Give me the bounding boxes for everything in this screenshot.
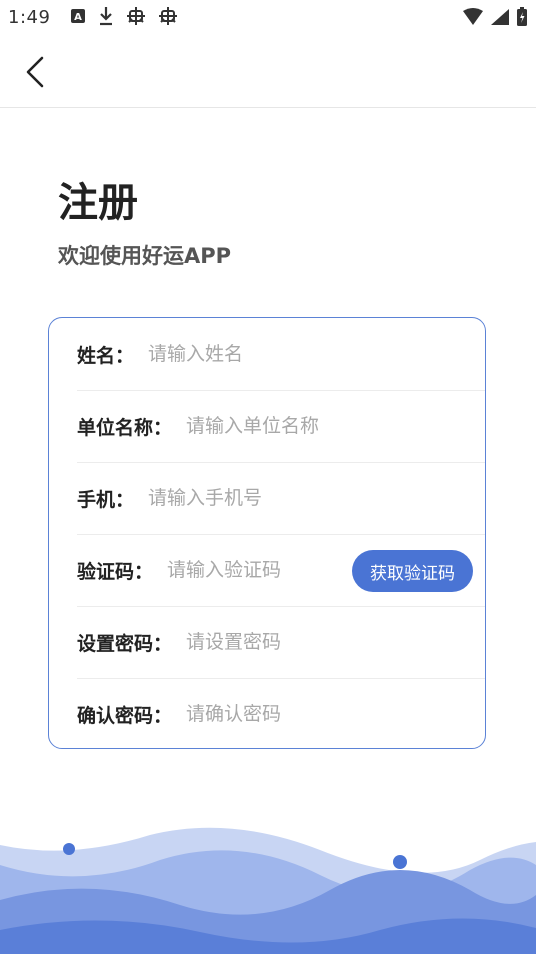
status-icons-left: A (70, 6, 178, 26)
company-row: 单位名称： (77, 390, 485, 463)
signal-icon (491, 9, 509, 25)
confirm-password-row: 确认密码： (77, 678, 485, 750)
set-password-input[interactable] (184, 630, 485, 654)
download-icon (100, 7, 112, 26)
name-row: 姓名： (77, 318, 485, 391)
company-input[interactable] (184, 414, 485, 438)
name-input[interactable] (146, 342, 485, 366)
notification-a-icon: A (71, 9, 85, 23)
confirm-password-label: 确认密码： (77, 704, 173, 727)
phone-row: 手机： (77, 462, 485, 535)
status-time: 1:49 (8, 7, 51, 28)
wifi-icon (463, 8, 483, 25)
verification-code-input[interactable] (165, 558, 340, 582)
get-code-button[interactable]: 获取验证码 (352, 550, 473, 592)
page-title: 注册 (58, 180, 138, 226)
set-password-label: 设置密码： (77, 632, 173, 655)
svg-text:A: A (74, 12, 82, 23)
wave-dot-right (393, 855, 407, 869)
decorative-waves (0, 827, 536, 954)
set-password-row: 设置密码： (77, 606, 485, 679)
phone-label: 手机： (77, 488, 135, 511)
bug-icon (159, 7, 177, 25)
status-icons-right (462, 7, 528, 27)
company-label: 单位名称： (77, 416, 173, 439)
back-button[interactable] (20, 52, 56, 92)
verification-code-label: 验证码： (77, 560, 154, 583)
verification-code-row: 验证码： 获取验证码 (77, 534, 485, 607)
toolbar (0, 36, 536, 108)
phone-input[interactable] (146, 486, 485, 510)
register-form-card: 姓名： 单位名称： 手机： 验证码： 获取验证码 设置密码： 确认密码： (48, 317, 486, 749)
name-label: 姓名： (77, 344, 135, 367)
bug-icon (127, 7, 145, 25)
confirm-password-input[interactable] (184, 702, 485, 726)
battery-charging-icon (517, 7, 527, 26)
wave-dot-left (63, 843, 75, 855)
page-subtitle: 欢迎使用好运APP (58, 244, 232, 268)
status-bar: 1:49 A (0, 0, 536, 36)
chevron-left-icon (26, 56, 44, 88)
